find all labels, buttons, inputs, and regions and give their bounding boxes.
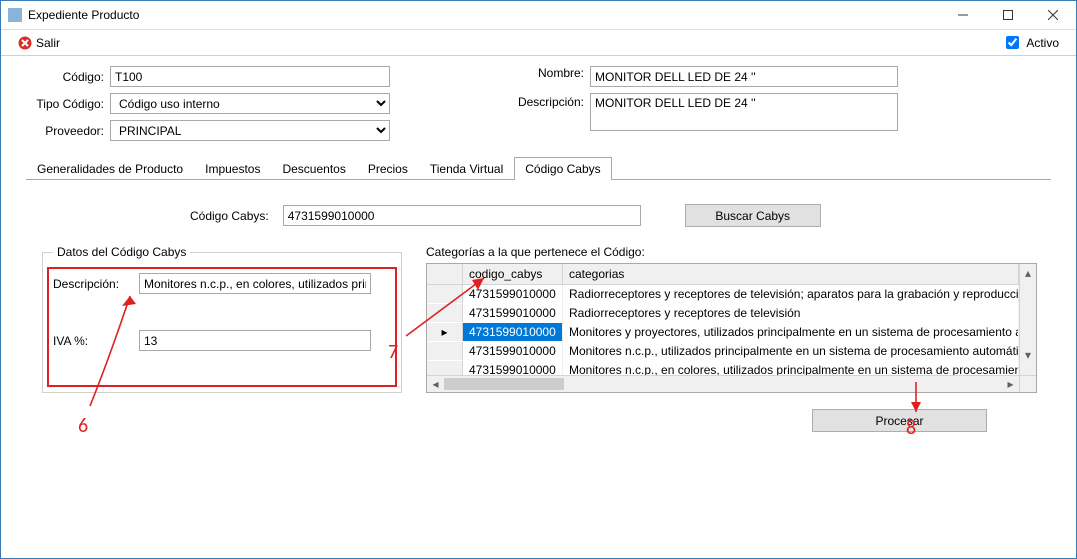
scroll-left-icon[interactable]: ◂	[427, 376, 444, 392]
activo-checkbox-input[interactable]	[1006, 36, 1019, 49]
app-icon	[8, 8, 22, 22]
cabys-iva-label: IVA %:	[53, 334, 139, 348]
descripcion-textarea[interactable]: MONITOR DELL LED DE 24 ''	[590, 93, 898, 131]
proveedor-label: Proveedor:	[26, 124, 104, 138]
buscar-cabys-button[interactable]: Buscar Cabys	[685, 204, 821, 227]
cats-grid[interactable]: codigo_cabys categorias ▴ ▾ 473159901000…	[426, 263, 1037, 393]
window-title: Expediente Producto	[28, 8, 940, 22]
maximize-button[interactable]	[985, 1, 1030, 29]
cats-label: Categorías a la que pertenece el Código:	[426, 245, 1037, 259]
datos-cabys-fieldset: Datos del Código Cabys Descripción: IVA …	[42, 245, 402, 393]
close-window-button[interactable]	[1030, 1, 1075, 29]
tipocodigo-label: Tipo Código:	[26, 97, 104, 111]
close-icon	[18, 36, 32, 50]
datos-cabys-legend: Datos del Código Cabys	[53, 245, 190, 259]
tipocodigo-select[interactable]: Código uso interno	[110, 93, 390, 114]
tab-descuentos[interactable]: Descuentos	[271, 157, 356, 180]
activo-checkbox[interactable]: Activo	[1002, 33, 1059, 52]
scroll-up-icon[interactable]: ▴	[1020, 264, 1036, 281]
activo-label: Activo	[1026, 36, 1059, 50]
codigo-label: Código:	[26, 70, 104, 84]
nombre-label: Nombre:	[510, 66, 584, 80]
codigo-input[interactable]	[110, 66, 390, 87]
tab-tienda-virtual[interactable]: Tienda Virtual	[419, 157, 514, 180]
grid-header-cat[interactable]: categorias	[563, 264, 1019, 285]
cabys-code-label: Código Cabys:	[190, 209, 269, 223]
procesar-button[interactable]: Procesar	[812, 409, 987, 432]
scroll-down-icon[interactable]: ▾	[1020, 346, 1036, 363]
tab-strip: Generalidades de Producto Impuestos Desc…	[26, 157, 1051, 180]
cabys-code-input[interactable]	[283, 205, 641, 226]
proveedor-select[interactable]: PRINCIPAL	[110, 120, 390, 141]
tab-generalidades[interactable]: Generalidades de Producto	[26, 157, 194, 180]
nombre-input[interactable]	[590, 66, 898, 87]
cabys-iva-input[interactable]	[139, 330, 371, 351]
toolbar: Salir Activo	[0, 30, 1077, 56]
tab-codigo-cabys[interactable]: Código Cabys	[514, 157, 611, 180]
scroll-right-icon[interactable]: ▸	[1002, 376, 1019, 392]
title-bar: Expediente Producto	[0, 0, 1077, 30]
salir-button[interactable]: Salir	[18, 36, 60, 50]
tab-precios[interactable]: Precios	[357, 157, 419, 180]
tab-impuestos[interactable]: Impuestos	[194, 157, 271, 180]
grid-header-code[interactable]: codigo_cabys	[463, 264, 563, 285]
grid-vscroll[interactable]: ▴ ▾	[1019, 264, 1036, 380]
salir-label: Salir	[36, 36, 60, 50]
grid-corner-header	[427, 264, 463, 285]
hscroll-thumb[interactable]	[444, 378, 564, 390]
row-indicator-icon: ▸	[427, 323, 463, 342]
cabys-descripcion-input[interactable]	[139, 273, 371, 294]
descripcion-label: Descripción:	[510, 95, 584, 109]
grid-hscroll[interactable]: ◂ ▸	[427, 375, 1036, 392]
minimize-button[interactable]	[940, 1, 985, 29]
cabys-descripcion-label: Descripción:	[53, 277, 139, 291]
